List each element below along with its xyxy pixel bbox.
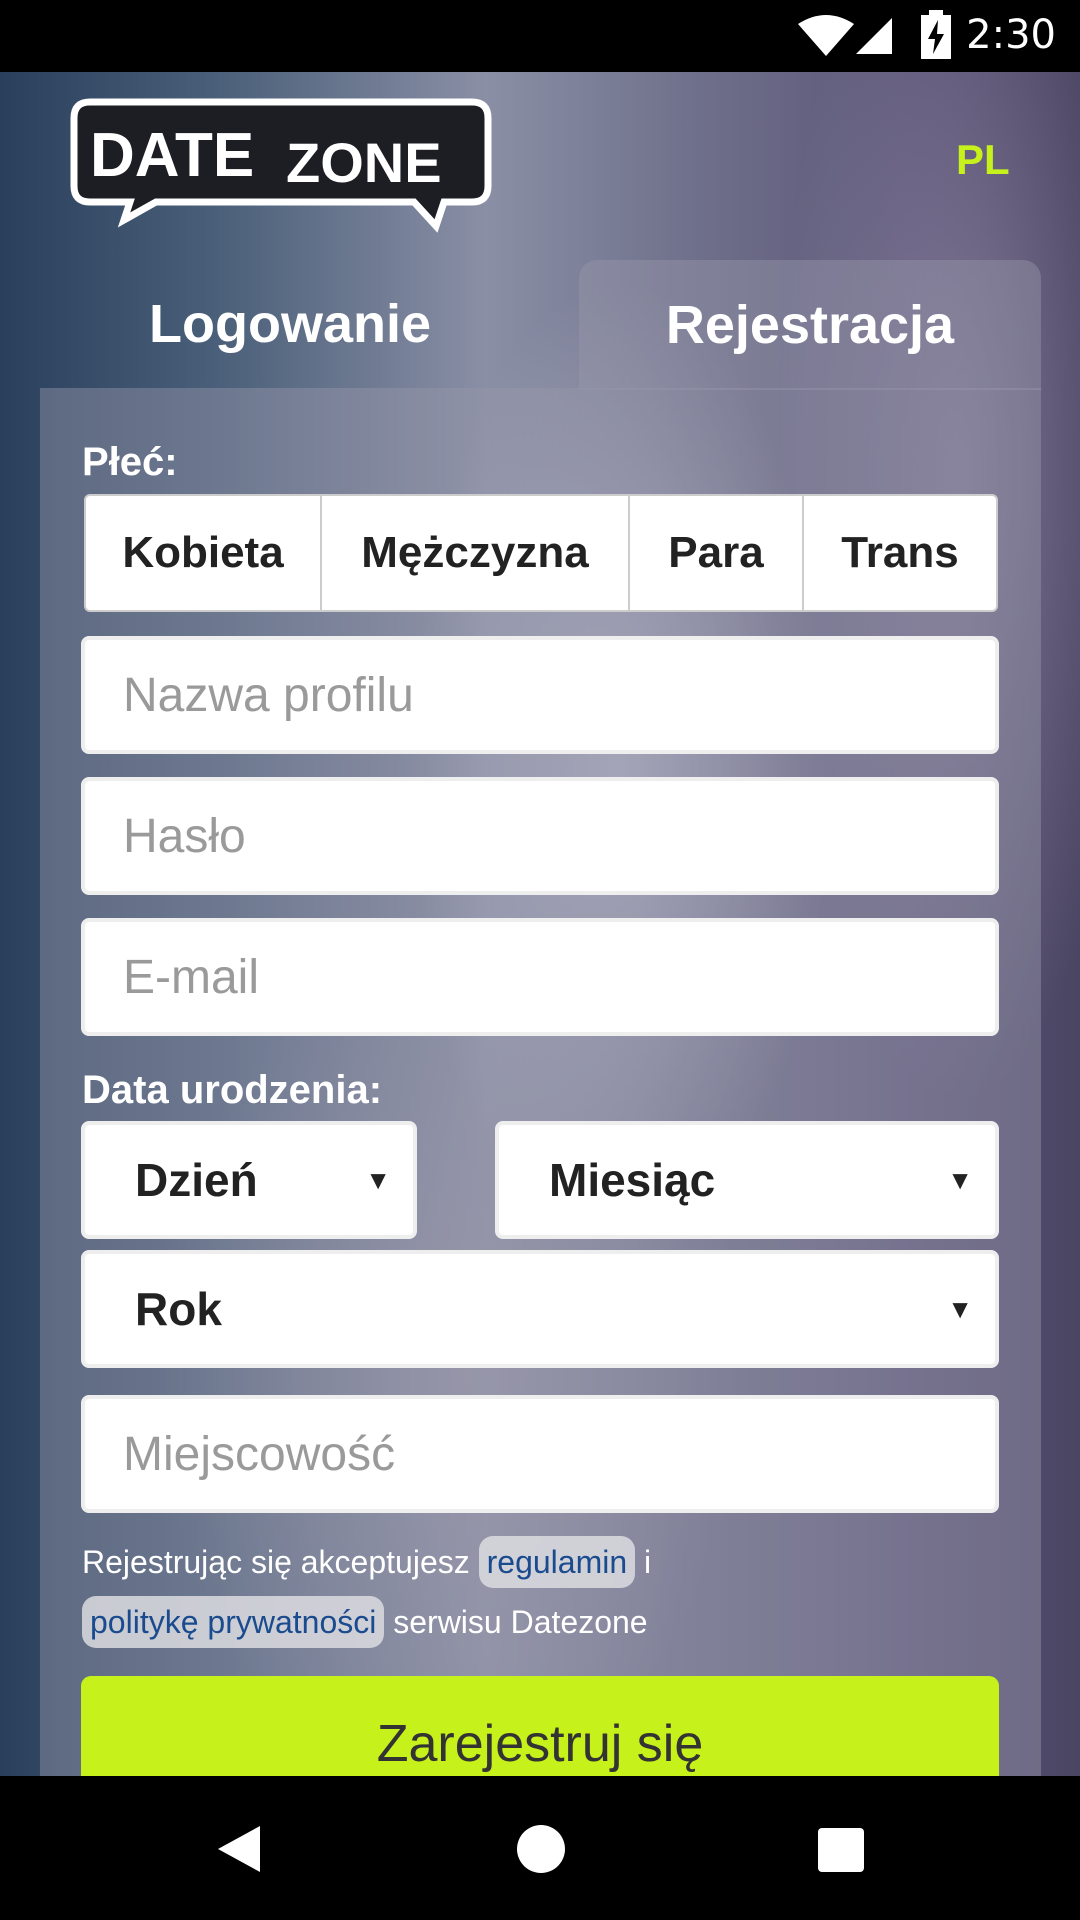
recents-icon[interactable]: [818, 1828, 864, 1872]
status-bar: 2:30: [0, 0, 1080, 72]
battery-charging-icon: [921, 10, 951, 59]
privacy-link[interactable]: politykę prywatności: [82, 1596, 385, 1648]
month-select[interactable]: Miesiąc ▼: [495, 1121, 999, 1239]
wifi-icon: [798, 15, 854, 56]
status-time: 2:30: [966, 12, 1056, 58]
gender-option-man[interactable]: Mężczyzna: [322, 496, 630, 610]
terms-text: Rejestrując się akceptujesz regulamin i …: [82, 1532, 982, 1652]
terms-join: i: [644, 1544, 652, 1580]
profile-name-input[interactable]: [85, 640, 995, 750]
day-select-value: Dzień: [135, 1154, 258, 1206]
city-input[interactable]: [85, 1399, 995, 1509]
logo-word-date: DATE: [90, 121, 254, 190]
email-input[interactable]: [85, 922, 995, 1032]
home-icon[interactable]: [516, 1824, 566, 1874]
chevron-down-icon: ▼: [365, 1164, 391, 1195]
logo-word-zone: ZONE: [286, 131, 442, 194]
chevron-down-icon: ▼: [947, 1164, 973, 1195]
language-switch[interactable]: PL: [956, 136, 1010, 184]
password-field[interactable]: [81, 777, 999, 895]
city-field[interactable]: [81, 1395, 999, 1513]
gender-option-couple[interactable]: Para: [630, 496, 804, 610]
gender-label: Płeć:: [82, 440, 178, 484]
datezone-logo: DATE ZONE: [70, 98, 492, 233]
month-select-value: Miesiąc: [549, 1154, 716, 1206]
gender-selector: Kobieta Mężczyzna Para Trans: [84, 494, 998, 612]
gender-option-woman[interactable]: Kobieta: [86, 496, 322, 610]
tab-register[interactable]: Rejestracja: [579, 260, 1041, 390]
terms-suffix: serwisu Datezone: [393, 1604, 648, 1640]
password-input[interactable]: [85, 781, 995, 891]
year-select-value: Rok: [135, 1283, 222, 1335]
navigation-bar: [0, 1776, 1080, 1920]
profile-name-field[interactable]: [81, 636, 999, 754]
tab-login[interactable]: Logowanie: [40, 260, 540, 388]
birthdate-label: Data urodzenia:: [82, 1068, 383, 1112]
terms-link[interactable]: regulamin: [478, 1536, 636, 1588]
terms-prefix: Rejestrując się akceptujesz: [82, 1544, 470, 1580]
gender-option-trans[interactable]: Trans: [804, 496, 996, 610]
cell-signal-icon: [856, 18, 892, 54]
day-select[interactable]: Dzień ▼: [81, 1121, 417, 1239]
year-select[interactable]: Rok ▼: [81, 1250, 999, 1368]
chevron-down-icon: ▼: [947, 1293, 973, 1324]
email-field[interactable]: [81, 918, 999, 1036]
back-icon[interactable]: [216, 1824, 262, 1874]
